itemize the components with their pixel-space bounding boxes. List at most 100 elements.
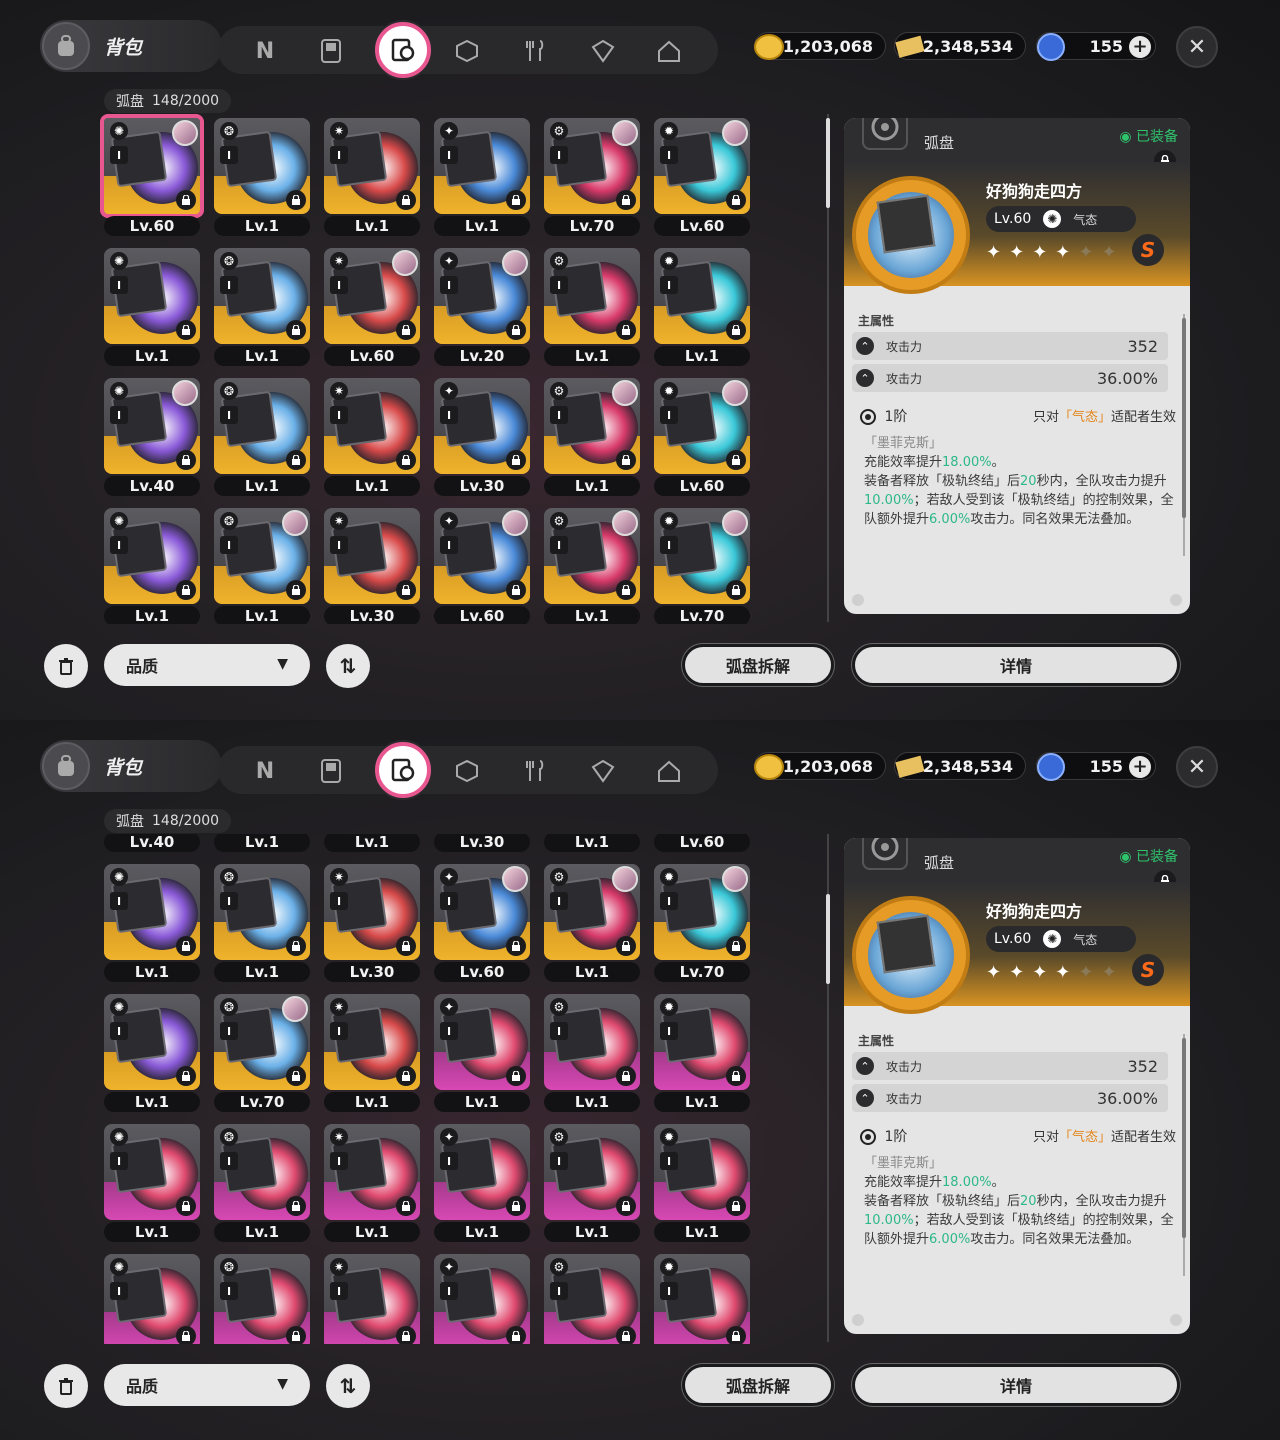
disc-cell[interactable]: ✹ILv.60 (650, 374, 750, 498)
disc-card[interactable]: ⚙ I (544, 378, 640, 474)
quality-filter-select[interactable]: 品质 ▼ (104, 644, 310, 686)
disc-cell[interactable]: ❂ILv.1 (210, 244, 310, 368)
disc-cell[interactable]: ✹ I Lv.70 (650, 504, 750, 624)
disc-card[interactable]: ⚙ I (544, 508, 640, 604)
disc-card[interactable]: ✷ I (324, 508, 420, 604)
disc-card[interactable]: ✺ I (104, 248, 200, 344)
disc-cell[interactable]: ❂ILv.1 (210, 834, 310, 854)
disc-cell[interactable]: ✹ I Lv.1 (650, 1120, 750, 1244)
disc-card[interactable]: ✷ I (324, 118, 420, 214)
disc-cell[interactable]: ✦ I Lv.20 (430, 244, 530, 368)
tab-n[interactable]: N (246, 32, 284, 70)
disc-card[interactable]: ✷ I (324, 1124, 420, 1220)
tab-n[interactable]: N (246, 752, 284, 790)
disc-cell[interactable]: ✦ILv.30 (430, 834, 530, 854)
tab-disc[interactable] (375, 742, 431, 798)
tab-console[interactable] (312, 752, 350, 790)
disc-cell[interactable]: ✦ I Lv.60 (430, 860, 530, 984)
disc-cell[interactable]: ✺ILv.40 (100, 834, 200, 854)
disc-cell[interactable]: ✦ I Lv.1 (430, 1120, 530, 1244)
disc-cell[interactable]: ⚙ILv.1 (540, 504, 640, 624)
detail-scrollbar[interactable] (1182, 1034, 1186, 1276)
disc-card[interactable]: ✦ I (434, 378, 530, 474)
details-button[interactable]: 详情 (852, 1364, 1180, 1406)
disc-cell[interactable]: ⚙ILv.1 (540, 1120, 640, 1244)
disc-card[interactable]: ✹ I (654, 1254, 750, 1344)
disc-cell[interactable]: ✦ I Lv.1 (430, 114, 530, 238)
disc-cell[interactable]: ⚙ILv.1 (540, 244, 640, 368)
disc-cell[interactable]: ✹ILv.60 (650, 114, 750, 238)
disc-card[interactable]: ⚙ I (544, 118, 640, 214)
close-button[interactable]: ✕ (1176, 26, 1218, 68)
tab-box[interactable] (448, 32, 486, 70)
add-energy-button[interactable]: + (1129, 36, 1151, 58)
disc-cell[interactable]: ✦ILv.30 (430, 374, 530, 498)
disc-cell[interactable]: ✷ I Lv.60 (320, 244, 420, 368)
detail-scrollbar[interactable] (1182, 314, 1186, 556)
disc-cell[interactable]: ❂ILv.1 (210, 504, 310, 624)
tab-home[interactable] (650, 752, 688, 790)
disc-card[interactable]: ✦ I (434, 994, 530, 1090)
disc-cell[interactable]: ✺ I Lv.1 (100, 244, 200, 368)
disc-cell[interactable]: ⚙ILv.1 (540, 860, 640, 984)
disc-cell[interactable]: ✦ I (430, 1250, 530, 1344)
disc-card[interactable]: ✹ I (654, 118, 750, 214)
disc-card[interactable]: ✦ I (434, 508, 530, 604)
disc-card[interactable]: ✷ I (324, 864, 420, 960)
disc-cell[interactable]: ⚙ILv.1 (540, 834, 640, 854)
tab-module[interactable] (584, 32, 622, 70)
disc-card[interactable]: ✷ I (324, 248, 420, 344)
disc-card[interactable]: ✺ I (104, 864, 200, 960)
disc-card[interactable]: ⚙ I (544, 864, 640, 960)
disc-card[interactable]: ❂ I (214, 378, 310, 474)
close-button[interactable]: ✕ (1176, 746, 1218, 788)
disc-cell[interactable]: ✺ I Lv.1 (100, 504, 200, 624)
disc-card[interactable]: ❂ I (214, 508, 310, 604)
disc-cell[interactable]: ✹ I Lv.70 (650, 860, 750, 984)
disc-card[interactable]: ✹ I (654, 1124, 750, 1220)
disc-card[interactable]: ✦ I (434, 118, 530, 214)
dismantle-button[interactable]: 弧盘拆解 (682, 1364, 834, 1406)
quality-filter-select[interactable]: 品质 ▼ (104, 1364, 310, 1406)
grid-scrollbar[interactable] (826, 114, 830, 622)
disc-cell[interactable]: ✺ I Lv.1 (100, 860, 200, 984)
disc-card[interactable]: ⚙ I (544, 1124, 640, 1220)
disc-card[interactable]: ❂ I (214, 1254, 310, 1344)
disc-card[interactable]: ✺ I (104, 994, 200, 1090)
trash-button[interactable] (44, 1364, 88, 1408)
disc-cell[interactable]: ✹ I Lv.1 (650, 244, 750, 368)
disc-card[interactable]: ✦ I (434, 1254, 530, 1344)
disc-card[interactable]: ❂ I (214, 118, 310, 214)
disc-cell[interactable]: ❂ILv.1 (210, 1120, 310, 1244)
disc-cell[interactable]: ✷ I Lv.30 (320, 860, 420, 984)
disc-cell[interactable]: ✷ I Lv.30 (320, 504, 420, 624)
disc-cell[interactable]: ❂ILv.1 (210, 860, 310, 984)
disc-card[interactable]: ✺ I (104, 1254, 200, 1344)
disc-card[interactable]: ⚙ I (544, 994, 640, 1090)
tab-disc[interactable] (375, 22, 431, 78)
disc-card[interactable]: ⚙ I (544, 1254, 640, 1344)
tab-home[interactable] (650, 32, 688, 70)
disc-card[interactable]: ⚙ I (544, 248, 640, 344)
disc-cell[interactable]: ✺ILv.40 (100, 374, 200, 498)
disc-cell[interactable]: ✷ILv.1 (320, 834, 420, 854)
disc-card[interactable]: ✷ I (324, 994, 420, 1090)
disc-card[interactable]: ✹ I (654, 248, 750, 344)
disc-cell[interactable]: ✹ I Lv.1 (650, 990, 750, 1114)
disc-cell[interactable]: ⚙ILv.1 (540, 990, 640, 1114)
disc-card[interactable]: ✹ I (654, 864, 750, 960)
dismantle-button[interactable]: 弧盘拆解 (682, 644, 834, 686)
disc-cell[interactable]: ⚙ I (540, 1250, 640, 1344)
details-button[interactable]: 详情 (852, 644, 1180, 686)
disc-card[interactable]: ❂ I (214, 864, 310, 960)
disc-cell[interactable]: ✹ I (650, 1250, 750, 1344)
disc-cell[interactable]: ✺ I Lv.1 (100, 1120, 200, 1244)
disc-cell[interactable]: ✦ I Lv.1 (430, 990, 530, 1114)
sort-button[interactable]: ⇅ (326, 644, 370, 688)
disc-card[interactable]: ❂ I (214, 1124, 310, 1220)
disc-cell[interactable]: ❂ I Lv.70 (210, 990, 310, 1114)
disc-card[interactable]: ✷ I (324, 378, 420, 474)
tab-food[interactable] (516, 32, 554, 70)
disc-cell[interactable]: ✷ILv.1 (320, 114, 420, 238)
disc-card[interactable]: ✦ I (434, 1124, 530, 1220)
